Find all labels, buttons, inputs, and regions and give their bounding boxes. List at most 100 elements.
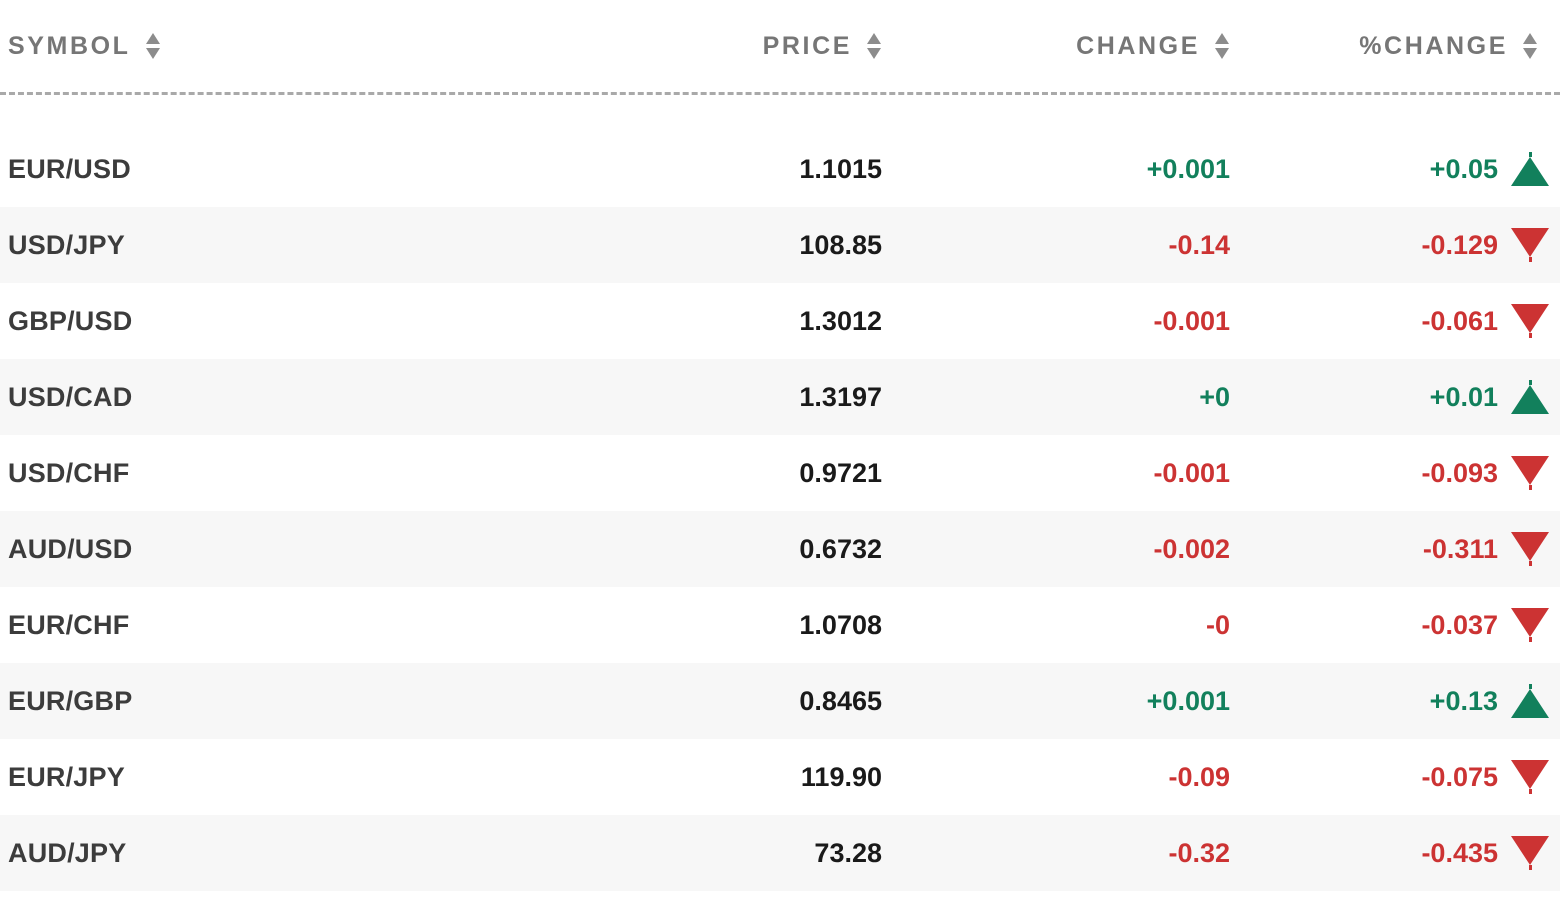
column-header-percent-change[interactable]: %CHANGE bbox=[1238, 29, 1560, 63]
cell-symbol[interactable]: AUD/JPY bbox=[0, 838, 490, 869]
triangle-shape bbox=[1511, 608, 1549, 637]
percent-change-value: -0.093 bbox=[1421, 457, 1498, 488]
table-row[interactable]: USD/CHF 0.9721 -0.001 -0.093 bbox=[0, 435, 1560, 511]
sort-arrows-icon[interactable] bbox=[1214, 29, 1230, 63]
cell-change: -0 bbox=[1205, 609, 1230, 640]
triangle-down-icon bbox=[1510, 228, 1550, 262]
triangle-shape bbox=[1511, 385, 1549, 414]
triangle-down-icon bbox=[1510, 532, 1550, 566]
cell-percent-change: -0.037 bbox=[1238, 608, 1560, 642]
table-row[interactable]: USD/CAD 1.3197 +0 +0.01 bbox=[0, 359, 1560, 435]
cell-price: 108.85 bbox=[799, 229, 882, 260]
cell-percent-change: -0.435 bbox=[1238, 836, 1560, 870]
triangle-stem bbox=[1528, 865, 1532, 870]
cell-percent-change: -0.311 bbox=[1238, 532, 1560, 566]
column-header-price[interactable]: PRICE bbox=[490, 29, 890, 63]
triangle-down-icon bbox=[1510, 760, 1550, 794]
cell-symbol[interactable]: EUR/CHF bbox=[0, 610, 490, 641]
cell-change: -0.09 bbox=[1168, 761, 1230, 792]
table-row[interactable]: EUR/JPY 119.90 -0.09 -0.075 bbox=[0, 739, 1560, 815]
sort-ascending-icon bbox=[1215, 33, 1229, 44]
percent-change-value: -0.129 bbox=[1421, 229, 1498, 260]
cell-symbol[interactable]: EUR/USD bbox=[0, 154, 490, 185]
column-header-change[interactable]: CHANGE bbox=[890, 29, 1238, 63]
percent-change-value: +0.13 bbox=[1429, 685, 1498, 716]
cell-price: 73.28 bbox=[814, 837, 882, 868]
triangle-stem bbox=[1528, 333, 1532, 338]
cell-change: -0.001 bbox=[1153, 457, 1230, 488]
cell-symbol[interactable]: EUR/JPY bbox=[0, 762, 490, 793]
sort-arrows-icon[interactable] bbox=[866, 29, 882, 63]
cell-symbol[interactable]: AUD/USD bbox=[0, 534, 490, 565]
column-header-price-label: PRICE bbox=[762, 31, 852, 60]
cell-price: 1.3012 bbox=[799, 305, 882, 336]
column-header-percent-change-label: %CHANGE bbox=[1359, 31, 1508, 60]
triangle-down-icon bbox=[1510, 456, 1550, 490]
cell-price: 1.1015 bbox=[799, 153, 882, 184]
percent-change-value: -0.075 bbox=[1421, 761, 1498, 792]
cell-percent-change: -0.061 bbox=[1238, 304, 1560, 338]
cell-symbol[interactable]: EUR/GBP bbox=[0, 686, 490, 717]
cell-change: -0.32 bbox=[1168, 837, 1230, 868]
cell-change: +0 bbox=[1199, 381, 1230, 412]
cell-price: 1.0708 bbox=[799, 609, 882, 640]
cell-symbol[interactable]: USD/CHF bbox=[0, 458, 490, 489]
column-header-symbol-label: SYMBOL bbox=[8, 31, 131, 60]
triangle-down-icon bbox=[1510, 608, 1550, 642]
percent-change-value: +0.01 bbox=[1429, 381, 1498, 412]
cell-price: 119.90 bbox=[800, 761, 882, 792]
triangle-stem bbox=[1528, 561, 1532, 566]
percent-change-value: -0.037 bbox=[1421, 609, 1498, 640]
triangle-shape bbox=[1511, 760, 1549, 789]
table-row[interactable]: EUR/GBP 0.8465 +0.001 +0.13 bbox=[0, 663, 1560, 739]
sort-ascending-icon bbox=[1523, 33, 1537, 44]
triangle-shape bbox=[1511, 304, 1549, 333]
cell-symbol[interactable]: USD/CAD bbox=[0, 382, 490, 413]
sort-ascending-icon bbox=[145, 33, 160, 44]
cell-symbol[interactable]: USD/JPY bbox=[0, 230, 490, 261]
triangle-shape bbox=[1511, 228, 1549, 257]
percent-change-value: -0.061 bbox=[1421, 305, 1498, 336]
cell-change: -0.001 bbox=[1153, 305, 1230, 336]
table-row[interactable]: GBP/USD 1.3012 -0.001 -0.061 bbox=[0, 283, 1560, 359]
triangle-shape bbox=[1511, 689, 1549, 718]
triangle-stem bbox=[1528, 789, 1532, 794]
cell-change: -0.002 bbox=[1153, 533, 1230, 564]
triangle-up-icon bbox=[1510, 684, 1550, 718]
triangle-shape bbox=[1511, 456, 1549, 485]
table-row[interactable]: AUD/USD 0.6732 -0.002 -0.311 bbox=[0, 511, 1560, 587]
cell-change: +0.001 bbox=[1146, 153, 1230, 184]
table-row[interactable]: EUR/USD 1.1015 +0.001 +0.05 bbox=[0, 131, 1560, 207]
cell-price: 0.9721 bbox=[799, 457, 882, 488]
cell-symbol[interactable]: GBP/USD bbox=[0, 306, 490, 337]
cell-percent-change: +0.13 bbox=[1238, 684, 1560, 718]
sort-arrows-icon[interactable] bbox=[1522, 29, 1538, 63]
percent-change-value: -0.435 bbox=[1421, 837, 1498, 868]
triangle-down-icon bbox=[1510, 304, 1550, 338]
percent-change-value: -0.311 bbox=[1422, 533, 1498, 564]
table-body: EUR/USD 1.1015 +0.001 +0.05 USD/JPY 108.85 -0.… bbox=[0, 95, 1560, 891]
percent-change-value: +0.05 bbox=[1429, 153, 1498, 184]
cell-price: 1.3197 bbox=[799, 381, 882, 412]
table-header-row: SYMBOL PRICE CHANGE %CHANGE bbox=[0, 0, 1560, 92]
cell-percent-change: -0.075 bbox=[1238, 760, 1560, 794]
table-row[interactable]: EUR/CHF 1.0708 -0 -0.037 bbox=[0, 587, 1560, 663]
cell-change: +0.001 bbox=[1146, 685, 1230, 716]
table-row[interactable]: AUD/JPY 73.28 -0.32 -0.435 bbox=[0, 815, 1560, 891]
sort-descending-icon bbox=[1215, 48, 1229, 59]
triangle-stem bbox=[1528, 637, 1532, 642]
sort-descending-icon bbox=[1523, 48, 1537, 59]
forex-quote-table: SYMBOL PRICE CHANGE %CHANGE EUR/USD 1.10… bbox=[0, 0, 1560, 912]
cell-percent-change: +0.01 bbox=[1238, 380, 1560, 414]
cell-percent-change: -0.129 bbox=[1238, 228, 1560, 262]
sort-descending-icon bbox=[867, 48, 881, 59]
triangle-shape bbox=[1511, 836, 1549, 865]
cell-percent-change: -0.093 bbox=[1238, 456, 1560, 490]
sort-arrows-icon[interactable] bbox=[145, 29, 161, 63]
triangle-shape bbox=[1511, 532, 1549, 561]
sort-descending-icon bbox=[145, 48, 160, 59]
cell-price: 0.8465 bbox=[799, 685, 882, 716]
triangle-stem bbox=[1528, 257, 1532, 262]
column-header-symbol[interactable]: SYMBOL bbox=[0, 29, 490, 63]
table-row[interactable]: USD/JPY 108.85 -0.14 -0.129 bbox=[0, 207, 1560, 283]
